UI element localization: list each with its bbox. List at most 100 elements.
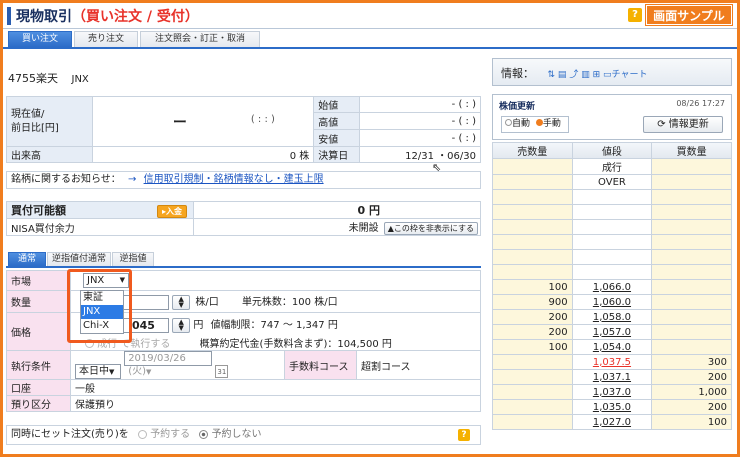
order-book-price[interactable]: 1,037.1 (571, 369, 653, 385)
market-label: 市場 (6, 270, 71, 291)
order-book-sell (492, 414, 573, 430)
auto-label: 自動 (512, 119, 531, 129)
chart-icon[interactable]: ▭ (603, 70, 612, 80)
page-title-sub: （買い注文 / 受付） (72, 9, 199, 25)
auto-radio[interactable] (505, 119, 512, 126)
info-panel: 情報： ⇅ ▤ ⤴ ▥ ⊞ ▭チャート (492, 58, 732, 86)
order-book-buy (651, 324, 732, 340)
date-select[interactable]: 2019/03/26 (火)▼ (124, 351, 213, 377)
quantity-unit: 株/口 (195, 297, 219, 309)
mouse-cursor-icon: ⇖ (432, 161, 442, 174)
order-book-buy (651, 219, 732, 235)
table-row (492, 264, 732, 280)
order-book-price[interactable]: 1,054.0 (571, 339, 653, 355)
tab-sell-order[interactable]: 売り注文 (74, 31, 138, 47)
tab-order-stop[interactable]: 逆指値 (112, 252, 154, 266)
fee-label: 手数料コース (284, 350, 357, 380)
table-row (492, 249, 732, 265)
current-price-label: 現在値/前日比[円] (6, 96, 93, 147)
volume-value: 0 株 (91, 146, 315, 163)
chart-button[interactable]: チャート (612, 70, 648, 80)
quote-table: 現在値/前日比[円] ー ( : : ) 始値 - ( : ) 高値 - ( :… (6, 96, 481, 163)
price-update-panel: 株価更新 08/26 17:27 自動 手動 ⟳ 情報更新 (492, 94, 732, 140)
hide-frame-button[interactable]: ▲この枠を非表示にする (383, 222, 478, 235)
arrow-right-icon: → (128, 174, 137, 185)
order-book-price (571, 249, 653, 265)
table-row: 1,027.0 100 (492, 414, 732, 430)
open-value: - ( : ) (359, 96, 481, 113)
order-book-price[interactable]: 1,027.0 (571, 414, 653, 430)
set-order-row: 同時にセット注文(売り)を 予約する 予約しない ? (6, 425, 481, 445)
table-row: 成行 (492, 158, 732, 175)
report-icon[interactable]: ▥ (581, 70, 590, 80)
table-row: 1,037.1 200 (492, 369, 732, 385)
deposit-type-value: 保護預り (70, 395, 481, 412)
condition-select[interactable]: 本日中▼ (75, 364, 121, 379)
order-book-price (571, 234, 653, 250)
calendar-icon[interactable]: 31 (215, 364, 229, 378)
fee-value: 超割コース (356, 350, 481, 380)
account-value: 一般 (70, 379, 481, 396)
set-order-yes-label: 予約する (150, 429, 191, 440)
page-title: 現物取引（買い注文 / 受付） (16, 6, 199, 26)
order-book-buy (651, 234, 732, 250)
order-book-sell (492, 174, 573, 190)
nisa-label: NISA買付余力 (6, 218, 194, 236)
news-icon[interactable]: ▤ (558, 70, 567, 80)
set-order-no-radio[interactable] (199, 429, 209, 439)
help-icon[interactable]: ? (628, 8, 642, 22)
notice-link[interactable]: 信用取引規制・銘柄情報なし・建玉上限 (144, 174, 324, 185)
low-value: - ( : ) (359, 129, 481, 147)
price-update-timestamp: 08/26 17:27 (676, 99, 725, 108)
tab-order-normal[interactable]: 通常 (8, 252, 46, 266)
open-label: 始値 (313, 96, 361, 113)
order-book-price[interactable]: 1,057.0 (571, 324, 653, 340)
volume-label: 出来高 (6, 146, 93, 163)
price-stepper[interactable]: ▲ ▼ (172, 317, 191, 333)
company-icon[interactable]: ⊞ (593, 70, 601, 80)
board-icon[interactable]: ⇅ (548, 70, 556, 80)
set-order-help-icon[interactable]: ? (458, 429, 470, 441)
order-book-sell: 200 (492, 324, 573, 340)
account-label: 口座 (6, 379, 71, 396)
order-book-price[interactable]: 1,066.0 (571, 279, 653, 295)
notice-label: 銘柄に関するお知らせ： (11, 174, 121, 185)
refresh-button[interactable]: ⟳ 情報更新 (643, 116, 723, 133)
manual-label: 手動 (542, 119, 561, 129)
settle-value: 12/31 ・06/30 (359, 146, 481, 163)
order-book-price[interactable]: 1,060.0 (571, 294, 653, 310)
trend-icon[interactable]: ⤴ (569, 70, 578, 80)
order-book-sell: 100 (492, 339, 573, 355)
order-book-header-sell: 売数量 (492, 142, 573, 159)
low-label: 安値 (313, 129, 361, 147)
order-book-price[interactable]: 1,037.0 (571, 384, 653, 400)
table-row: 100 1,066.0 (492, 279, 732, 295)
order-book-buy (651, 309, 732, 325)
info-icons: ⇅ ▤ ⤴ ▥ ⊞ ▭チャート (548, 70, 648, 80)
tab-order-inquiry[interactable]: 注文照会・訂正・取消 (140, 31, 260, 47)
order-book-price (571, 264, 653, 280)
order-book-price[interactable]: 1,037.5 (571, 354, 653, 370)
order-book-sell (492, 354, 573, 370)
order-book-sell: 900 (492, 294, 573, 310)
deposit-button[interactable]: ▸入金 (156, 205, 187, 218)
order-book-price[interactable]: 1,035.0 (571, 399, 653, 415)
price-update-title: 株価更新 (499, 102, 536, 112)
stock-market: JNX (71, 74, 89, 85)
tab-buy-order[interactable]: 買い注文 (8, 31, 72, 47)
update-mode-toggle: 自動 手動 (501, 116, 569, 133)
page-title-main: 現物取引 (16, 9, 72, 25)
stock-code-name: 4755楽天 (8, 72, 58, 85)
dropdown-highlight (67, 269, 132, 343)
manual-radio[interactable] (535, 119, 543, 126)
current-price-time: ( : : ) (250, 114, 275, 125)
quantity-stepper[interactable]: ▲ ▼ (172, 294, 191, 310)
buying-power-value: 0 円 (193, 201, 481, 219)
tab-order-stop-normal[interactable]: 逆指値付通常 (47, 252, 111, 266)
table-row: OVER (492, 174, 732, 190)
set-order-yes-radio[interactable] (138, 429, 147, 439)
order-book-price[interactable]: 1,058.0 (571, 309, 653, 325)
order-book-buy (651, 339, 732, 355)
order-book-buy (651, 204, 732, 220)
table-row: 1,037.0 1,000 (492, 384, 732, 400)
